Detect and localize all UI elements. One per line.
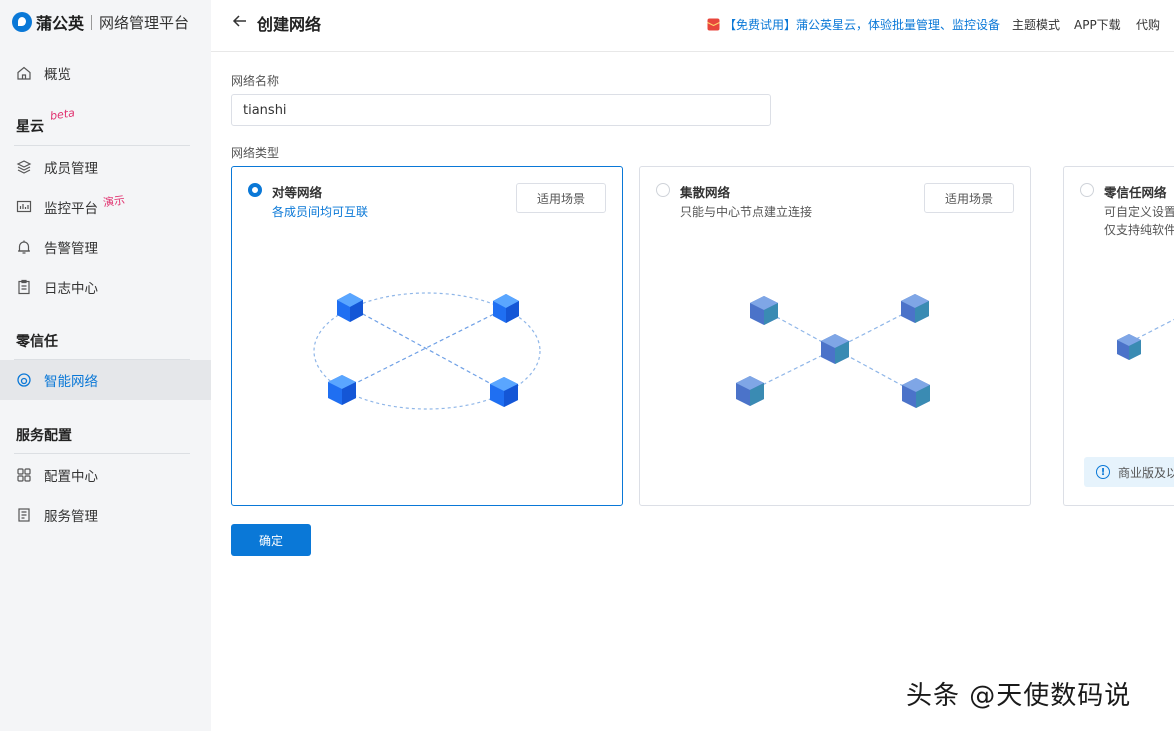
info-icon: ! [1096,465,1110,479]
node-cube-icon [493,294,519,323]
watermark: 头条 @天使数码说 [906,681,1132,711]
zero-trust-network-diagram [1117,318,1174,360]
page-title: 创建网络 [257,15,322,34]
grid-icon [16,467,32,483]
purchase-link[interactable]: 代购 [1136,16,1160,33]
beta-tag: beta [49,106,76,123]
notice-text: 商业版及以 [1118,465,1174,480]
sidebar-item-label: 服务管理 [44,509,98,525]
peer-network-diagram [313,292,541,410]
section-title-nebula: 星云 [16,119,44,135]
sidebar-item-config-center[interactable]: 配置中心 [0,455,211,495]
service-icon [16,507,32,523]
network-type-label: 网络类型 [231,146,280,160]
demo-tag: 演示 [102,193,126,210]
sidebar-item-label: 监控平台 [44,201,98,217]
theme-mode-link[interactable]: 主题模式 [1012,16,1060,33]
dandelion-logo-icon [12,12,32,32]
node-cube-icon [750,296,778,325]
brand-subtitle: 网络管理平台 [99,13,190,32]
home-icon [16,65,32,81]
sidebar-item-smart-network[interactable]: 智能网络 [0,360,211,400]
brand[interactable]: 蒲公英 网络管理平台 [12,10,189,34]
sidebar-item-label: 成员管理 [44,161,98,177]
promo-link[interactable]: 【免费试用】蒲公英星云，体验批量管理、监控设备 [707,16,1000,33]
section-title-service-config: 服务配置 [16,428,72,444]
red-envelope-icon [707,18,720,31]
log-icon [16,279,32,295]
sidebar: 蒲公英 网络管理平台 概览 星云 beta 成员管理 监控平台 演示 告警管理 … [0,0,211,731]
sidebar-item-members[interactable]: 成员管理 [0,147,211,187]
monitor-icon [16,199,32,215]
sidebar-item-label: 告警管理 [44,241,98,257]
bell-icon [16,239,32,255]
section-divider [14,453,190,454]
hub-cube-icon [821,334,849,364]
hub-network-diagram [736,294,930,408]
node-cube-icon [902,378,930,408]
network-name-input[interactable] [231,94,771,126]
section-divider [14,145,190,146]
node-cube-icon [901,294,929,323]
sidebar-item-service-management[interactable]: 服务管理 [0,495,211,535]
sidebar-item-label: 概览 [44,67,71,83]
sidebar-item-alerts[interactable]: 告警管理 [0,227,211,267]
node-cube-icon [736,376,764,406]
network-type-card-peer[interactable]: 对等网络 各成员间均可互联 适用场景 [231,166,623,506]
sidebar-item-label: 配置中心 [44,469,98,485]
smart-network-icon [16,372,32,388]
node-cube-icon [328,375,356,405]
brand-divider [91,14,93,30]
sidebar-item-overview[interactable]: 概览 [0,53,211,93]
confirm-button[interactable]: 确定 [231,524,311,556]
network-type-card-zero-trust[interactable]: 零信任网络 可自定义设置 仅支持纯软件 ! 商业版及以 [1063,166,1174,506]
back-arrow-icon[interactable] [231,12,249,30]
sidebar-item-label: 智能网络 [44,374,98,390]
network-name-label: 网络名称 [231,74,280,88]
users-icon [16,159,32,175]
promo-text: 【免费试用】蒲公英星云，体验批量管理、监控设备 [724,18,1001,32]
section-title-zero-trust: 零信任 [16,334,58,350]
sidebar-item-logs[interactable]: 日志中心 [0,267,211,307]
network-type-card-hub[interactable]: 集散网络 只能与中心节点建立连接 适用场景 [639,166,1031,506]
app-download-link[interactable]: APP下载 [1074,16,1121,33]
node-cube-icon [490,377,518,407]
sidebar-item-label: 日志中心 [44,281,98,297]
edition-notice: ! 商业版及以 [1084,457,1174,487]
brand-name: 蒲公英 [36,14,85,33]
top-header: 创建网络 【免费试用】蒲公英星云，体验批量管理、监控设备 主题模式 APP下载 … [211,0,1174,52]
node-cube-icon [337,293,363,322]
